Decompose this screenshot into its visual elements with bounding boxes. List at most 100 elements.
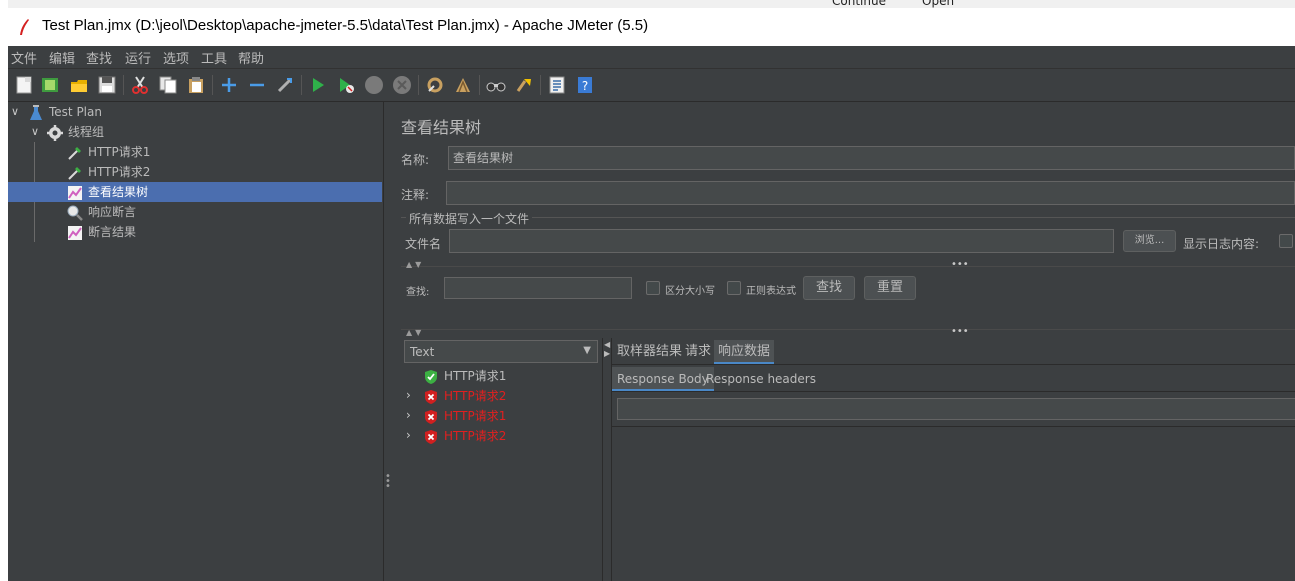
- tab-sampler-result[interactable]: 取样器结果: [617, 340, 682, 364]
- section-divider: [401, 266, 1295, 267]
- sample-item[interactable]: HTTP请求1: [424, 406, 506, 426]
- start-icon[interactable]: [307, 74, 329, 96]
- menu-file[interactable]: 文件: [11, 48, 37, 67]
- comment-field[interactable]: [446, 181, 1295, 205]
- open-icon[interactable]: [68, 74, 90, 96]
- chevron-right-icon[interactable]: ›: [406, 428, 411, 442]
- subtab-divider: [612, 391, 1295, 392]
- tree-node-assertion-results[interactable]: 断言结果: [67, 222, 136, 242]
- toolbar: ?: [8, 69, 1295, 102]
- tree-node-http-request-1[interactable]: HTTP请求1: [67, 142, 150, 162]
- sample-label: HTTP请求2: [444, 429, 507, 443]
- menu-run[interactable]: 运行: [125, 48, 151, 67]
- copy-icon[interactable]: [157, 74, 179, 96]
- toolbar-separator: [123, 75, 124, 95]
- collapse-icon[interactable]: [246, 74, 268, 96]
- regex-checkbox[interactable]: [727, 281, 741, 295]
- stop-icon[interactable]: [363, 74, 385, 96]
- toggle-icon[interactable]: [274, 74, 296, 96]
- tree-node-label: 断言结果: [88, 225, 137, 239]
- title-bar: Test Plan.jmx (D:\jeol\Desktop\apache-jm…: [8, 8, 1295, 46]
- templates-icon[interactable]: [39, 74, 61, 96]
- shutdown-icon[interactable]: [391, 74, 413, 96]
- sample-item[interactable]: HTTP请求2: [424, 386, 506, 406]
- regex-label: 正则表达式: [746, 286, 796, 297]
- subtab-response-headers[interactable]: Response headers: [706, 367, 816, 391]
- expand-icon[interactable]: [218, 74, 240, 96]
- background-text-continue: Continue: [832, 0, 886, 8]
- tree-node-view-results-tree[interactable]: 查看结果树: [8, 182, 382, 202]
- filename-label: 文件名: [405, 237, 442, 251]
- page-title: 查看结果树: [401, 118, 482, 137]
- results-splitter[interactable]: ◀ ▶: [602, 338, 611, 581]
- find-button[interactable]: 查找: [803, 276, 855, 300]
- function-helper-icon[interactable]: [546, 74, 568, 96]
- tree-node-thread-group[interactable]: 线程组: [47, 122, 104, 142]
- tree-node-http-request-2[interactable]: HTTP请求2: [67, 162, 150, 182]
- window-title: Test Plan.jmx (D:\jeol\Desktop\apache-jm…: [42, 17, 649, 34]
- toolbar-separator: [418, 75, 419, 95]
- search-field[interactable]: [444, 277, 632, 299]
- chevron-down-icon[interactable]: ∨: [31, 125, 39, 138]
- background-text-open: Open: [922, 0, 955, 8]
- case-sensitive-label: 区分大小写: [665, 286, 715, 297]
- new-icon[interactable]: [13, 74, 35, 96]
- sample-label: HTTP请求2: [444, 389, 507, 403]
- filename-field[interactable]: [449, 229, 1114, 253]
- file-group-border: [401, 217, 1295, 218]
- chevron-right-icon[interactable]: ›: [406, 408, 411, 422]
- success-shield-icon: [424, 369, 444, 384]
- sample-item[interactable]: HTTP请求2: [424, 426, 506, 446]
- menu-tools[interactable]: 工具: [201, 48, 227, 67]
- case-sensitive-checkbox[interactable]: [646, 281, 660, 295]
- menu-options[interactable]: 选项: [163, 48, 189, 67]
- search-label: 查找:: [406, 287, 430, 298]
- response-body-area[interactable]: [612, 427, 1295, 581]
- tab-request[interactable]: 请求: [685, 340, 711, 364]
- comment-label: 注释:: [401, 188, 430, 202]
- name-field[interactable]: 查看结果树: [448, 146, 1295, 170]
- toolbar-separator: [540, 75, 541, 95]
- toolbar-separator: [301, 75, 302, 95]
- main-splitter[interactable]: • • •: [384, 102, 391, 581]
- collapse-arrows-icon[interactable]: ▲▼: [406, 328, 424, 337]
- paste-icon[interactable]: [185, 74, 207, 96]
- divider-grip-icon[interactable]: •••: [951, 259, 969, 270]
- subtab-response-body[interactable]: Response Body: [612, 367, 714, 391]
- tree-node-response-assertion[interactable]: 响应断言: [67, 202, 136, 222]
- menu-edit[interactable]: 编辑: [49, 48, 75, 67]
- reset-search-icon[interactable]: [513, 74, 535, 96]
- tab-response-data[interactable]: 响应数据: [714, 340, 775, 364]
- chevron-down-icon[interactable]: ∨: [11, 105, 19, 118]
- tree-node-label: HTTP请求1: [88, 145, 151, 159]
- menu-search[interactable]: 查找: [86, 48, 112, 67]
- menu-help[interactable]: 帮助: [238, 48, 264, 67]
- sample-item[interactable]: HTTP请求1: [424, 366, 506, 386]
- help-icon[interactable]: ?: [574, 74, 596, 96]
- start-no-pause-icon[interactable]: [335, 74, 357, 96]
- reset-button[interactable]: 重置: [864, 276, 916, 300]
- failure-shield-icon: [424, 409, 444, 424]
- chevron-down-icon: ▼: [583, 345, 591, 356]
- background-window-strip: Continue Open: [0, 0, 1295, 8]
- collapse-arrows-icon[interactable]: ▲▼: [406, 260, 424, 269]
- search-icon[interactable]: [485, 74, 507, 96]
- name-label: 名称:: [401, 153, 430, 167]
- save-icon[interactable]: [96, 74, 118, 96]
- log-checkbox[interactable]: [1279, 234, 1293, 248]
- gear-icon: [47, 124, 63, 141]
- divider-grip-icon[interactable]: •••: [951, 326, 969, 337]
- test-plan-flask-icon: [28, 104, 44, 121]
- sample-label: HTTP请求1: [444, 369, 507, 383]
- browse-button[interactable]: 浏览...: [1123, 230, 1176, 252]
- chevron-right-icon[interactable]: ›: [406, 388, 411, 402]
- splitter-arrows-icon: ◀ ▶: [604, 340, 611, 358]
- tree-node-test-plan[interactable]: Test Plan: [28, 102, 102, 122]
- results-sample-tree: HTTP请求1 › HTTP请求2 › HTTP请求1 › HTTP请求2: [404, 364, 600, 581]
- jmeter-feather-icon: [18, 18, 30, 39]
- response-search-field[interactable]: [617, 398, 1295, 420]
- renderer-select[interactable]: Text ▼: [404, 340, 598, 363]
- cut-icon[interactable]: [129, 74, 151, 96]
- clear-all-icon[interactable]: [452, 74, 474, 96]
- clear-icon[interactable]: [424, 74, 446, 96]
